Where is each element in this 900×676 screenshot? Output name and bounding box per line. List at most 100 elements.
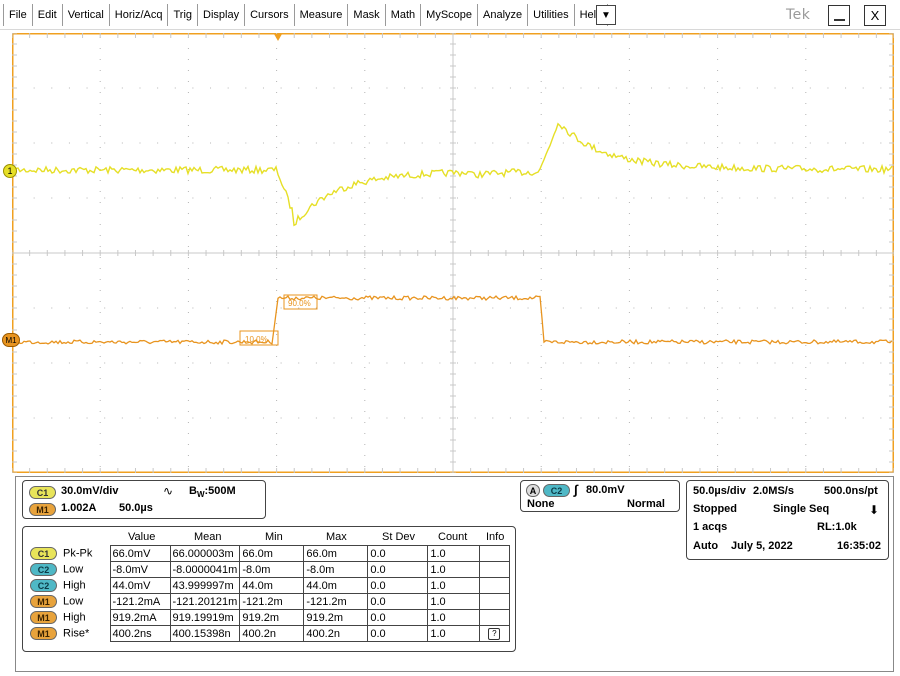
measurement-label-cell: C1 Pk-Pk (30, 546, 110, 562)
measurement-row[interactable]: M1 Low -121.2mA -121.20121m -121.2m -121.2m 0.… (30, 593, 511, 610)
measurement-type: Pk-Pk (63, 547, 93, 560)
acq-state: Stopped (693, 503, 737, 515)
measurement-label-cell: M1 High (30, 610, 110, 626)
menu-mask[interactable]: Mask (348, 4, 386, 26)
resolution: 500.0ns/pt (824, 485, 878, 497)
measurement-header: Value Mean Min Max St Dev Count Info (30, 531, 520, 545)
measurement-stdev: 0.0 (367, 609, 429, 626)
measurement-mean: -121.20121m (169, 593, 241, 610)
c1-scale: 30.0mV/div (61, 485, 119, 497)
menu-horiz-acq[interactable]: Horiz/Acq (109, 4, 169, 26)
measurement-mean: 43.999997m (169, 577, 241, 594)
measurement-source-badge: C1 (30, 547, 57, 560)
measurement-row[interactable]: C2 High 44.0mV 43.999997m 44.0m 44.0m 0.0 1.0 (30, 577, 511, 594)
m1-badge: M1 (29, 503, 56, 516)
sample-rate: 2.0MS/s (753, 485, 794, 497)
c1-badge: C1 (29, 486, 56, 499)
measurement-count: 1.0 (427, 609, 481, 626)
menu-cursors[interactable]: Cursors (245, 4, 295, 26)
measurement-row[interactable]: C1 Pk-Pk 66.0mV 66.000003m 66.0m 66.0m 0.0 1.0 (30, 545, 511, 562)
measurement-value: -121.2mA (109, 593, 171, 610)
measurement-mean: -8.0000041m (169, 561, 241, 578)
menu-dropdown-button[interactable]: ▼ (596, 5, 616, 25)
measurement-type: Low (63, 595, 84, 608)
time: 16:35:02 (837, 540, 882, 552)
trigger-panel[interactable]: A C2 ∫ 80.0mV None Normal (520, 480, 680, 512)
graticule[interactable]: 10.0% 90.0% (12, 33, 894, 473)
measurement-min: 919.2m (239, 609, 305, 626)
measurement-label-cell: C2 Low (30, 562, 110, 578)
header-max: Max (326, 531, 347, 543)
header-stdev: St Dev (382, 531, 416, 543)
measurement-count: 1.0 (427, 561, 481, 578)
measurement-count: 1.0 (427, 577, 481, 594)
date: July 5, 2022 (731, 540, 793, 552)
measurement-table[interactable]: C1 Pk-Pk 66.0mV 66.000003m 66.0m 66.0m 0.0 1.0 C… (30, 545, 511, 642)
menu-edit[interactable]: Edit (32, 4, 63, 26)
menu-measure[interactable]: Measure (294, 4, 349, 26)
measurement-row[interactable]: M1 High 919.2mA 919.19919m 919.2m 919.2m 0.0 1.… (30, 609, 511, 626)
measurement-count: 1.0 (427, 545, 481, 562)
measurement-value: 919.2mA (109, 609, 171, 626)
menu-analyze[interactable]: Analyze (478, 4, 529, 26)
waveform-display[interactable]: 10.0% 90.0% 1 M1 (0, 30, 900, 475)
down-arrow-icon: ⬇ (869, 503, 880, 517)
measurement-stdev: 0.0 (367, 577, 429, 594)
measurement-min: 400.2n (239, 625, 305, 642)
acquisition-panel[interactable]: 50.0µs/div 2.0MS/s 500.0ns/pt Stopped Si… (686, 480, 889, 560)
measurement-type: Low (63, 563, 84, 576)
rise-ref-label-low: 10.0% (245, 335, 268, 344)
ch1-waveform (12, 122, 893, 227)
minimize-button[interactable] (828, 5, 850, 26)
rise-reference-boxes: 10.0% 90.0% (239, 294, 318, 346)
menu-myscope[interactable]: MyScope (421, 4, 479, 26)
menu-math[interactable]: Math (385, 4, 422, 26)
close-button[interactable]: X (864, 5, 886, 26)
measurement-max: -8.0m (303, 561, 369, 578)
header-mean: Mean (194, 531, 222, 543)
channel-panel[interactable]: C1 30.0mV/div ∿ BW:500M M1 1.002A 50.0µs (22, 480, 266, 519)
measurement-min: 44.0m (239, 577, 305, 594)
menu-utilities[interactable]: Utilities (528, 4, 575, 26)
grid-layer (12, 33, 894, 473)
trigger-mode: Normal (627, 498, 665, 510)
brand-logo: Tek (786, 7, 811, 23)
menu-items: File Edit Vertical Horiz/Acq Trig Display Curs… (3, 4, 609, 26)
m1-scale: 1.002A (61, 502, 97, 514)
acq-sequence: Single Seq (773, 503, 830, 515)
measurement-min: 66.0m (239, 545, 305, 562)
m1-time: 50.0µs (119, 502, 153, 514)
trigger-auto: Auto (693, 540, 719, 552)
measurement-min: -8.0m (239, 561, 305, 578)
measurement-source-badge: M1 (30, 627, 57, 640)
measurement-type: Rise* (63, 627, 90, 640)
timebase: 50.0µs/div (693, 485, 746, 497)
measurement-label-cell: M1 Rise* (30, 626, 110, 642)
header-min: Min (265, 531, 283, 543)
trigger-slope-icon: ∫ (574, 482, 578, 497)
trigger-coupling: None (527, 498, 555, 510)
measurement-mean: 66.000003m (169, 545, 241, 562)
measurement-row[interactable]: M1 Rise* 400.2ns 400.15398n 400.2n 400.2n 0.0 1… (30, 625, 511, 642)
measurement-row[interactable]: C2 Low -8.0mV -8.0000041m -8.0m -8.0m 0.0 1.0 (30, 561, 511, 578)
header-info: Info (486, 531, 505, 543)
menu-vertical[interactable]: Vertical (62, 4, 110, 26)
measurement-value: 400.2ns (109, 625, 171, 642)
menu-trig[interactable]: Trig (168, 4, 199, 26)
header-value: Value (128, 531, 156, 543)
menu-display[interactable]: Display (198, 4, 246, 26)
trigger-source-badge: C2 (543, 484, 570, 497)
measurement-count: 1.0 (427, 593, 481, 610)
ch1-marker[interactable]: 1 (3, 164, 17, 178)
measurement-source-badge: M1 (30, 595, 57, 608)
measurement-min: -121.2m (239, 593, 305, 610)
m1-marker[interactable]: M1 (2, 333, 20, 347)
measurement-label-cell: C2 High (30, 578, 110, 594)
trigger-a-badge: A (526, 484, 540, 497)
measurement-max: 66.0m (303, 545, 369, 562)
math1-waveform (12, 294, 893, 346)
measurement-value: 44.0mV (109, 577, 171, 594)
measurement-source-badge: M1 (30, 611, 57, 624)
menu-file[interactable]: File (3, 4, 33, 26)
info-icon[interactable]: ? (488, 627, 501, 640)
